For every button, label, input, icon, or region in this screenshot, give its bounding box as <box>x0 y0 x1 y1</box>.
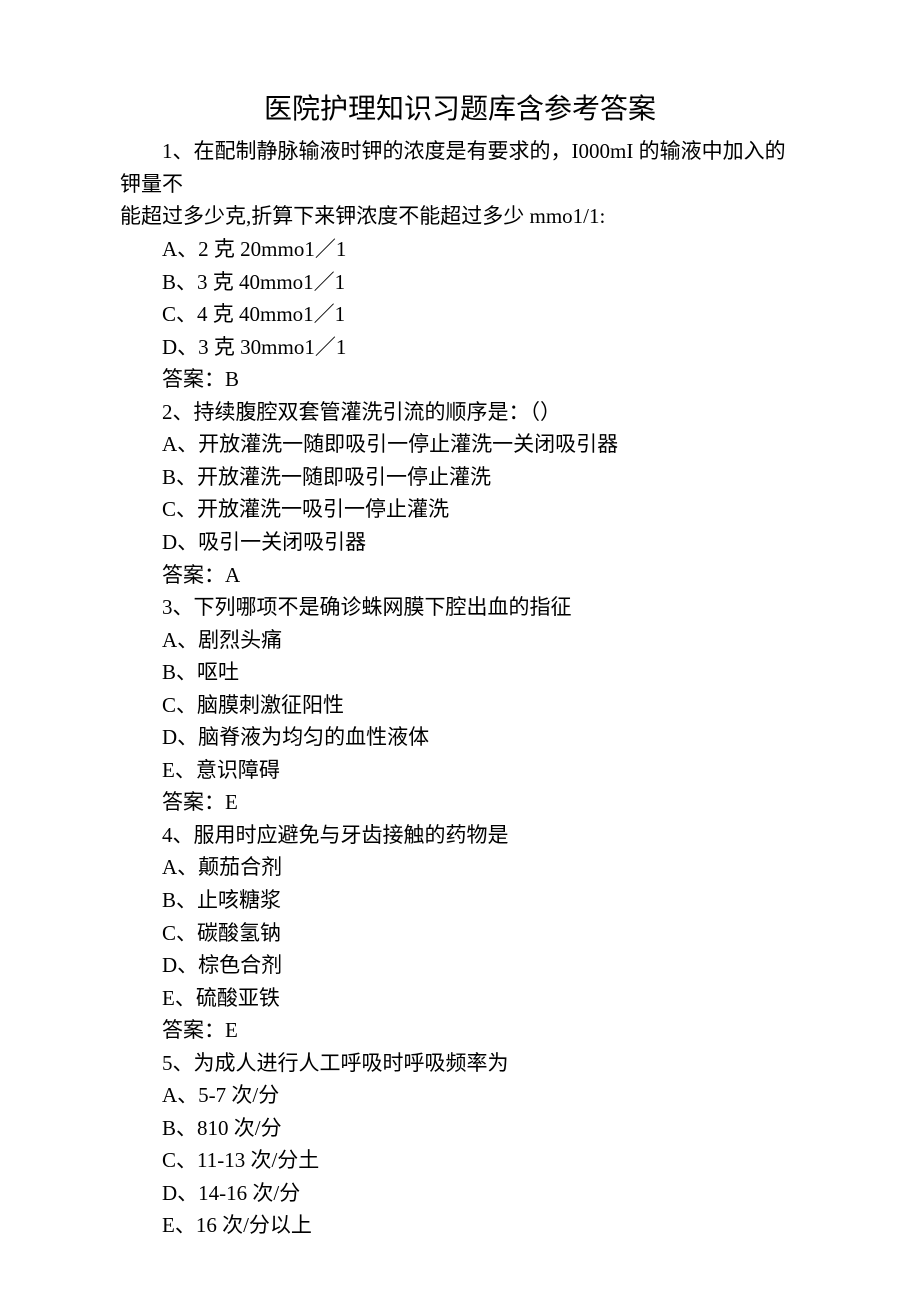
q2-option-b: B、开放灌洗一随即吸引一停止灌洗 <box>120 461 800 494</box>
q5-option-c: C、11-13 次/分土 <box>120 1144 800 1177</box>
q5-option-e: E、16 次/分以上 <box>120 1209 800 1242</box>
q4-option-d: D、棕色合剂 <box>120 949 800 982</box>
q3-option-c: C、脑膜刺激征阳性 <box>120 689 800 722</box>
q2-option-c: C、开放灌洗一吸引一停止灌洗 <box>120 493 800 526</box>
q3-option-a: A、剧烈头痛 <box>120 624 800 657</box>
q1-option-b: B、3 克 40mmo1／1 <box>120 266 800 299</box>
q4-option-c: C、碳酸氢钠 <box>120 917 800 950</box>
q3-option-b: B、呕吐 <box>120 656 800 689</box>
q2-option-a: A、开放灌洗一随即吸引一停止灌洗一关闭吸引器 <box>120 428 800 461</box>
q1-stem-line1: 1、在配制静脉输液时钾的浓度是有要求的，I000mI 的输液中加入的钾量不 <box>120 135 800 200</box>
page-title: 医院护理知识习题库含参考答案 <box>120 88 800 131</box>
q4-option-e: E、硫酸亚铁 <box>120 982 800 1015</box>
q3-answer: 答案：E <box>120 786 800 819</box>
q2-option-d: D、吸引一关闭吸引器 <box>120 526 800 559</box>
q4-option-a: A、颠茄合剂 <box>120 851 800 884</box>
q3-stem: 3、下列哪项不是确诊蛛网膜下腔出血的指征 <box>120 591 800 624</box>
q4-answer: 答案：E <box>120 1014 800 1047</box>
q2-stem: 2、持续腹腔双套管灌洗引流的顺序是：（） <box>120 396 800 429</box>
q1-stem-line2: 能超过多少克,折算下来钾浓度不能超过多少 mmo1/1: <box>120 200 800 233</box>
q1-option-d: D、3 克 30mmo1／1 <box>120 331 800 364</box>
q2-answer: 答案：A <box>120 559 800 592</box>
q5-option-b: B、810 次/分 <box>120 1112 800 1145</box>
q4-stem: 4、服用时应避免与牙齿接触的药物是 <box>120 819 800 852</box>
q3-option-d: D、脑脊液为均匀的血性液体 <box>120 721 800 754</box>
q1-option-a: A、2 克 20mmo1／1 <box>120 233 800 266</box>
q1-option-c: C、4 克 40mmo1／1 <box>120 298 800 331</box>
q1-answer: 答案：B <box>120 363 800 396</box>
q5-option-a: A、5-7 次/分 <box>120 1079 800 1112</box>
q5-option-d: D、14-16 次/分 <box>120 1177 800 1210</box>
q4-option-b: B、止咳糖浆 <box>120 884 800 917</box>
q5-stem: 5、为成人进行人工呼吸时呼吸频率为 <box>120 1047 800 1080</box>
q3-option-e: E、意识障碍 <box>120 754 800 787</box>
